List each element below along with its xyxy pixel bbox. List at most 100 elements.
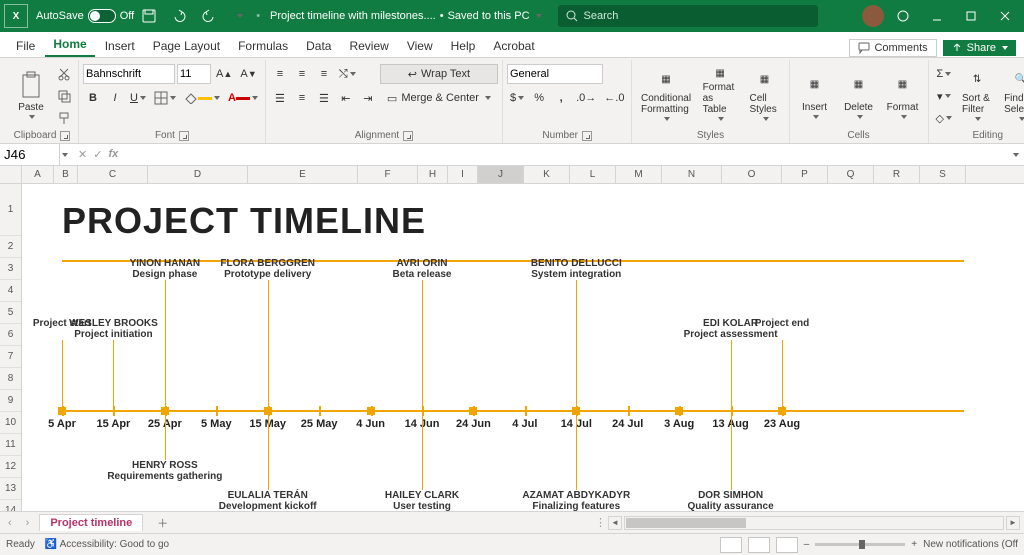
col-header-B[interactable]: B (54, 166, 78, 183)
col-header-R[interactable]: R (874, 166, 920, 183)
tab-page-layout[interactable]: Page Layout (145, 35, 228, 57)
col-header-Q[interactable]: Q (828, 166, 874, 183)
page-layout-view-icon[interactable] (748, 537, 770, 553)
align-top-icon[interactable]: ≡ (270, 64, 290, 84)
row-header-2[interactable]: 2 (0, 236, 21, 258)
zoom-in-icon[interactable]: + (911, 539, 917, 550)
increase-font-icon[interactable]: A▲ (213, 64, 235, 84)
sort-filter-button[interactable]: ⇅Sort & Filter (957, 64, 997, 124)
row-header-10[interactable]: 10 (0, 412, 21, 434)
align-bottom-icon[interactable]: ≡ (314, 64, 334, 84)
cancel-formula-icon[interactable]: ✕ (78, 148, 87, 161)
accessibility-status[interactable]: ♿ Accessibility: Good to go (45, 539, 169, 550)
orientation-icon[interactable]: ⤭ (336, 64, 359, 84)
new-sheet-icon[interactable]: ＋ (149, 515, 176, 531)
col-header-N[interactable]: N (662, 166, 722, 183)
col-header-A[interactable]: A (22, 166, 54, 183)
merge-center-button[interactable]: ▭ Merge & Center (380, 88, 498, 108)
percent-format-icon[interactable]: % (529, 88, 549, 108)
qat-customize-icon[interactable] (224, 0, 254, 32)
tab-data[interactable]: Data (298, 35, 339, 57)
tab-review[interactable]: Review (341, 35, 396, 57)
increase-indent-icon[interactable]: ⇥ (358, 88, 378, 108)
col-header-H[interactable]: H (418, 166, 448, 183)
row-header-5[interactable]: 5 (0, 302, 21, 324)
fill-color-icon[interactable] (181, 88, 223, 108)
col-header-E[interactable]: E (248, 166, 358, 183)
sheet-tab-active[interactable]: Project timeline (39, 514, 143, 531)
file-name[interactable]: Project timeline with milestones....•Sav… (270, 10, 541, 22)
align-middle-icon[interactable]: ≡ (292, 64, 312, 84)
align-right-icon[interactable]: ☰ (314, 88, 334, 108)
row-headers[interactable]: 1234567891011121314 (0, 184, 22, 511)
row-header-12[interactable]: 12 (0, 456, 21, 478)
conditional-formatting-button[interactable]: ▦Conditional Formatting (636, 64, 695, 124)
alignment-dialog-icon[interactable] (403, 131, 413, 141)
fx-icon[interactable]: fx (108, 148, 118, 161)
tab-acrobat[interactable]: Acrobat (485, 35, 542, 57)
tab-insert[interactable]: Insert (97, 35, 143, 57)
cut-icon[interactable] (54, 64, 74, 84)
worksheet-grid[interactable]: ABCDEFHIJKLMNOPQRS 1234567891011121314 P… (0, 166, 1024, 511)
formula-input[interactable] (124, 144, 1006, 165)
decrease-decimal-icon[interactable]: ←.0 (601, 88, 627, 108)
clipboard-dialog-icon[interactable] (60, 131, 70, 141)
accounting-format-icon[interactable]: $ (507, 88, 527, 108)
col-header-C[interactable]: C (78, 166, 148, 183)
number-format-combo[interactable] (507, 64, 603, 84)
sheet-canvas[interactable]: PROJECT TIMELINE 5 Apr15 Apr25 Apr5 May1… (22, 184, 1024, 511)
font-size-combo[interactable] (177, 64, 211, 84)
font-color-icon[interactable]: A (225, 88, 261, 108)
select-all-corner[interactable] (0, 166, 22, 183)
font-name-combo[interactable] (83, 64, 175, 84)
format-cells-button[interactable]: ▦Format (882, 64, 924, 124)
row-header-3[interactable]: 3 (0, 258, 21, 280)
clear-icon[interactable]: ◇ (933, 108, 955, 128)
tab-formulas[interactable]: Formulas (230, 35, 296, 57)
borders-icon[interactable] (151, 88, 179, 108)
align-left-icon[interactable]: ☰ (270, 88, 290, 108)
delete-cells-button[interactable]: ▦Delete (838, 64, 880, 124)
zoom-slider[interactable] (815, 543, 905, 546)
page-break-view-icon[interactable] (776, 537, 798, 553)
increase-decimal-icon[interactable]: .0→ (573, 88, 599, 108)
column-headers[interactable]: ABCDEFHIJKLMNOPQRS (0, 166, 1024, 184)
comma-format-icon[interactable]: , (551, 88, 571, 108)
search-input[interactable]: Search (558, 5, 818, 27)
close-icon[interactable] (990, 0, 1020, 32)
align-center-icon[interactable]: ≡ (292, 88, 312, 108)
row-header-6[interactable]: 6 (0, 324, 21, 346)
share-button[interactable]: Share (943, 40, 1016, 56)
decrease-indent-icon[interactable]: ⇤ (336, 88, 356, 108)
italic-icon[interactable]: I (105, 88, 125, 108)
coming-soon-icon[interactable] (888, 0, 918, 32)
col-header-L[interactable]: L (570, 166, 616, 183)
insert-cells-button[interactable]: ▦Insert (794, 64, 836, 124)
horizontal-scrollbar[interactable] (624, 516, 1004, 530)
col-header-I[interactable]: I (448, 166, 478, 183)
col-header-P[interactable]: P (782, 166, 828, 183)
notifications-status[interactable]: New notifications (Off (923, 539, 1018, 550)
user-avatar[interactable] (862, 5, 884, 27)
zoom-out-icon[interactable]: – (804, 539, 810, 550)
name-box[interactable] (0, 144, 60, 165)
decrease-font-icon[interactable]: A▼ (237, 64, 259, 84)
expand-formula-bar-icon[interactable] (1006, 153, 1024, 157)
cell-styles-button[interactable]: ▦Cell Styles (745, 64, 785, 124)
maximize-icon[interactable] (956, 0, 986, 32)
paste-button[interactable]: Paste (10, 64, 52, 124)
underline-icon[interactable]: U (127, 88, 149, 108)
row-header-8[interactable]: 8 (0, 368, 21, 390)
hscroll-right-icon[interactable]: ► (1006, 516, 1020, 530)
row-header-7[interactable]: 7 (0, 346, 21, 368)
row-header-1[interactable]: 1 (0, 184, 21, 236)
col-header-K[interactable]: K (524, 166, 570, 183)
tab-home[interactable]: Home (45, 33, 94, 57)
save-icon[interactable] (134, 0, 164, 32)
enter-formula-icon[interactable]: ✓ (93, 148, 102, 161)
row-header-11[interactable]: 11 (0, 434, 21, 456)
redo-icon[interactable] (194, 0, 224, 32)
format-painter-icon[interactable] (54, 108, 74, 128)
sheet-nav-next-icon[interactable]: › (22, 517, 34, 529)
col-header-D[interactable]: D (148, 166, 248, 183)
